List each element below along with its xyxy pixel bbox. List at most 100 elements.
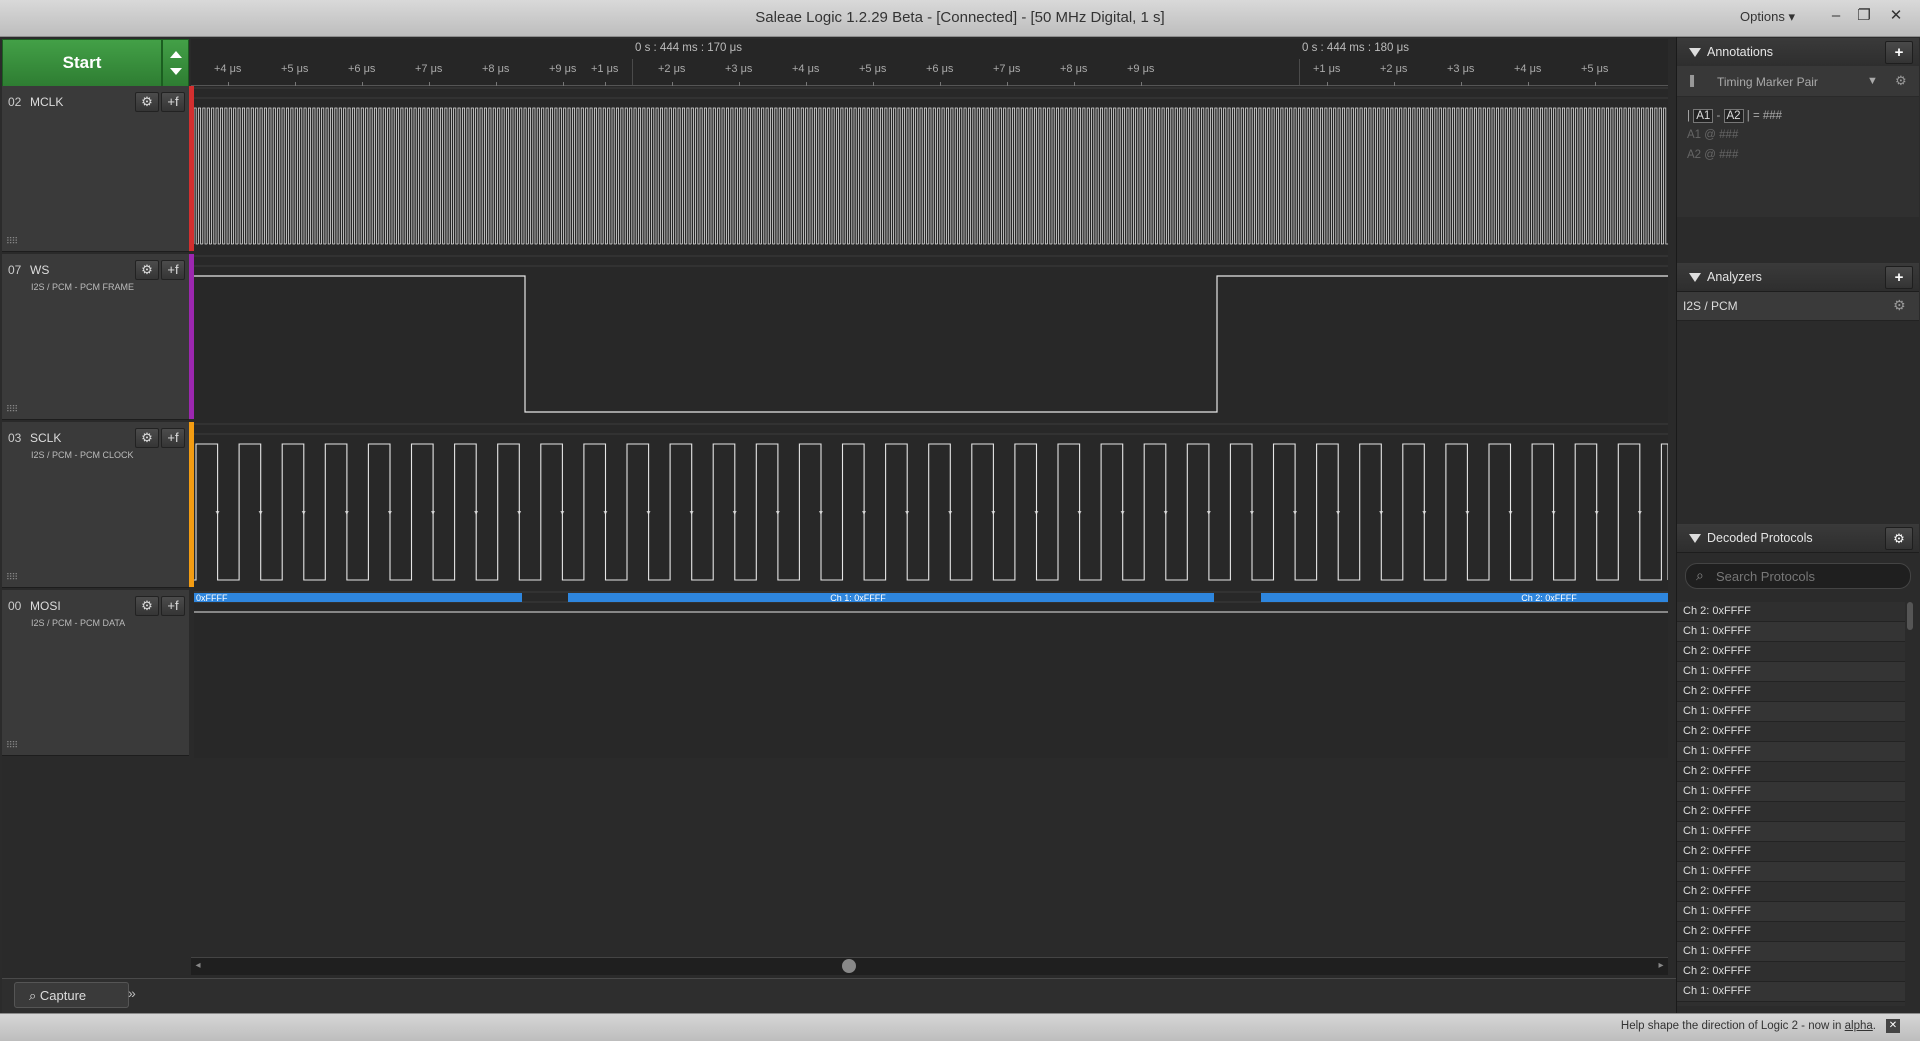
scroll-left-icon[interactable]: ◂ xyxy=(191,959,205,973)
waveform-view[interactable]: 0xFFFF Ch 1: 0xFFFF Ch 2: 0xFFFF xyxy=(194,86,1668,758)
add-trigger-icon[interactable]: +f xyxy=(161,92,185,112)
annotations-body: | A1 - A2 | = ### A1 @ ### A2 @ ### xyxy=(1677,97,1919,217)
start-button[interactable]: Start xyxy=(2,39,162,87)
protocol-list-item[interactable]: Ch 2: 0xFFFF xyxy=(1677,642,1905,662)
restore-icon[interactable]: ❐ xyxy=(1852,4,1876,28)
decode-bubble[interactable] xyxy=(1261,593,1668,602)
ruler-tick-label: +4 μs xyxy=(214,63,242,75)
protocol-list-item[interactable]: Ch 1: 0xFFFF xyxy=(1677,902,1905,922)
collapse-triangle-icon[interactable] xyxy=(1689,273,1701,282)
channel-analyzer-label: I2S / PCM - PCM CLOCK xyxy=(31,450,134,460)
protocol-list-item[interactable]: Ch 2: 0xFFFF xyxy=(1677,682,1905,702)
window-title: Saleae Logic 1.2.29 Beta - [Connected] -… xyxy=(755,9,1165,26)
close-icon[interactable]: ✕ xyxy=(1884,4,1908,28)
decode-bubble[interactable] xyxy=(568,593,1214,602)
channel-row-sclk[interactable]: 03 SCLK I2S / PCM - PCM CLOCK ⚙ +f ⠿⠿ xyxy=(2,422,194,588)
protocol-list-item[interactable]: Ch 2: 0xFFFF xyxy=(1677,1002,1905,1006)
channel-number: 07 xyxy=(8,263,22,277)
add-analyzer-button[interactable]: + xyxy=(1885,266,1913,289)
drag-handle-icon[interactable]: ⠿⠿ xyxy=(6,740,18,751)
protocol-list-item[interactable]: Ch 2: 0xFFFF xyxy=(1677,802,1905,822)
protocol-list-item[interactable]: Ch 2: 0xFFFF xyxy=(1677,602,1905,622)
ruler-header-left: 0 s : 444 ms : 170 μs xyxy=(635,42,742,54)
protocol-list-item[interactable]: Ch 1: 0xFFFF xyxy=(1677,822,1905,842)
analyzers-header[interactable]: Analyzers + xyxy=(1677,263,1919,292)
protocol-list-item[interactable]: Ch 2: 0xFFFF xyxy=(1677,922,1905,942)
protocol-list-item[interactable]: Ch 2: 0xFFFF xyxy=(1677,882,1905,902)
channel-number: 00 xyxy=(8,599,22,613)
close-icon[interactable]: ✕ xyxy=(1886,1019,1900,1033)
decoded-protocols-header[interactable]: Decoded Protocols ⚙ xyxy=(1677,524,1919,553)
protocol-list-item[interactable]: Ch 1: 0xFFFF xyxy=(1677,622,1905,642)
collapse-triangle-icon[interactable] xyxy=(1689,534,1701,543)
channel-row-mclk[interactable]: 02 MCLK ⚙ +f ⠿⠿ xyxy=(2,86,194,252)
channel-row-mosi[interactable]: 00 MOSI I2S / PCM - PCM DATA ⚙ +f ⠿⠿ xyxy=(2,590,189,756)
annotations-header[interactable]: Annotations + xyxy=(1677,38,1919,67)
tab-capture-label: Capture xyxy=(39,988,87,1003)
start-options-toggle[interactable] xyxy=(162,39,189,87)
add-trigger-icon[interactable]: +f xyxy=(161,428,185,448)
add-annotation-button[interactable]: + xyxy=(1885,41,1913,64)
scroll-thumb[interactable] xyxy=(842,959,856,973)
add-trigger-icon[interactable]: +f xyxy=(161,260,185,280)
minimize-icon[interactable]: – xyxy=(1824,4,1848,28)
gear-icon[interactable]: ⚙ xyxy=(135,596,159,616)
drag-handle-icon[interactable]: ⠿⠿ xyxy=(6,236,18,247)
search-placeholder: Search Protocols xyxy=(1716,569,1815,584)
drag-handle-icon[interactable]: ⠿⠿ xyxy=(6,404,18,415)
right-sidebar: Annotations + ❚ Timing Marker Pair ▼ ⚙ |… xyxy=(1676,37,1919,1013)
options-menu[interactable]: Options ▾ xyxy=(1740,9,1795,25)
scroll-right-icon[interactable]: ▸ xyxy=(1654,959,1668,973)
protocol-list-item[interactable]: Ch 1: 0xFFFF xyxy=(1677,942,1905,962)
protocol-list-item[interactable]: Ch 1: 0xFFFF xyxy=(1677,982,1905,1002)
protocol-list-item[interactable]: Ch 1: 0xFFFF xyxy=(1677,702,1905,722)
protocol-list-item[interactable]: Ch 1: 0xFFFF xyxy=(1677,782,1905,802)
ruler-tick-label: +1 μs xyxy=(591,63,619,75)
decode-bubble[interactable] xyxy=(194,593,522,602)
status-bar: Help shape the direction of Logic 2 - no… xyxy=(0,1013,1920,1041)
channel-name[interactable]: WS xyxy=(30,263,49,277)
gear-icon[interactable]: ⚙ xyxy=(135,260,159,280)
waveform-canvas[interactable]: 0xFFFF Ch 1: 0xFFFF Ch 2: 0xFFFF xyxy=(194,86,1668,758)
ruler-tick-label: +6 μs xyxy=(348,63,376,75)
protocol-list-item[interactable]: Ch 1: 0xFFFF xyxy=(1677,662,1905,682)
protocol-list-item[interactable]: Ch 2: 0xFFFF xyxy=(1677,762,1905,782)
drag-handle-icon[interactable]: ⠿⠿ xyxy=(6,572,18,583)
channel-name[interactable]: SCLK xyxy=(30,431,61,445)
decoded-protocols-list[interactable]: Ch 2: 0xFFFF Ch 1: 0xFFFF Ch 2: 0xFFFF Ch 1… xyxy=(1677,602,1905,1006)
channel-name[interactable]: MOSI xyxy=(30,599,61,613)
protocol-list-item[interactable]: Ch 2: 0xFFFF xyxy=(1677,842,1905,862)
gear-icon[interactable]: ⚙ xyxy=(1885,527,1913,550)
channel-row-ws[interactable]: 07 WS I2S / PCM - PCM FRAME ⚙ +f ⠿⠿ xyxy=(2,254,194,420)
tab-capture[interactable]: ⌕ Capture xyxy=(14,982,129,1008)
ruler-tick-label: +5 μs xyxy=(1581,63,1609,75)
more-tabs-button[interactable]: » xyxy=(128,985,136,1001)
ruler-tick-label: +3 μs xyxy=(725,63,753,75)
decode-bubble-label: Ch 1: 0xFFFF xyxy=(830,593,886,603)
search-protocols-input[interactable]: ⌕ Search Protocols xyxy=(1685,563,1911,589)
analyzers-title: Analyzers xyxy=(1707,270,1762,284)
protocol-list-item[interactable]: Ch 2: 0xFFFF xyxy=(1677,722,1905,742)
alpha-link[interactable]: alpha xyxy=(1845,1020,1873,1032)
arrow-up-icon xyxy=(170,51,182,58)
chevron-down-icon[interactable]: ▼ xyxy=(1867,75,1878,87)
protocol-list-item[interactable]: Ch 2: 0xFFFF xyxy=(1677,962,1905,982)
timeline-scrollbar[interactable]: ◂ ▸ xyxy=(191,957,1668,975)
protocol-list-item[interactable]: Ch 1: 0xFFFF xyxy=(1677,862,1905,882)
time-ruler[interactable]: 0 s : 444 ms : 170 μs 0 s : 444 ms : 180… xyxy=(191,39,1668,86)
timing-marker-pair[interactable]: ❚ Timing Marker Pair ▼ ⚙ xyxy=(1677,66,1919,97)
ruler-tick-label: +7 μs xyxy=(993,63,1021,75)
protocol-list-item[interactable]: Ch 1: 0xFFFF xyxy=(1677,742,1905,762)
channel-name[interactable]: MCLK xyxy=(30,95,63,109)
gear-icon[interactable]: ⚙ xyxy=(1895,73,1907,89)
collapse-triangle-icon[interactable] xyxy=(1689,48,1701,57)
add-trigger-icon[interactable]: +f xyxy=(161,596,185,616)
gear-icon[interactable]: ⚙ xyxy=(135,428,159,448)
gear-icon[interactable]: ⚙ xyxy=(135,92,159,112)
analyzer-item[interactable]: I2S / PCM ⚙ xyxy=(1677,292,1919,321)
list-scrollbar[interactable] xyxy=(1907,602,1913,630)
search-icon: ⌕ xyxy=(1696,567,1704,583)
gear-icon[interactable]: ⚙ xyxy=(1893,297,1906,314)
ruler-tick-label: +8 μs xyxy=(1060,63,1088,75)
marker-pin-icon: ❚ xyxy=(1687,73,1698,87)
